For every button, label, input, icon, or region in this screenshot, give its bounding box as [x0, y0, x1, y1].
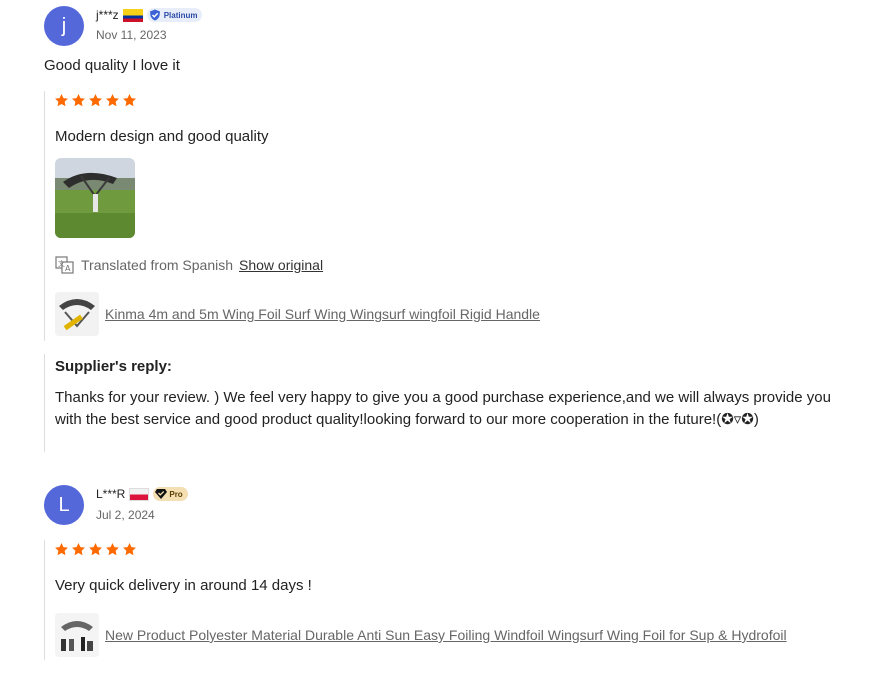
product-image [55, 292, 99, 336]
star-icon [106, 93, 119, 107]
reviewer-name: j***z [96, 8, 119, 22]
supplier-reply-text: Thanks for your review. ) We feel very h… [55, 389, 831, 428]
avatar: j [44, 6, 84, 46]
star-icon [72, 93, 85, 107]
review-text: Modern design and good quality [55, 128, 269, 145]
pro-badge: Pro [153, 487, 188, 501]
translated-label: Translated from Spanish [81, 257, 233, 273]
star-icon [72, 542, 85, 556]
review-body: Very quick delivery in around 14 days ! … [44, 540, 855, 660]
verified-shield-icon [149, 9, 160, 21]
review-photo[interactable] [55, 158, 135, 238]
avatar: L [44, 485, 84, 525]
badge-label: Platinum [163, 10, 198, 20]
star-rating [54, 542, 137, 557]
supplier-reply: Supplier's reply: Thanks for your review… [44, 354, 855, 452]
review-body: Modern design and good quality 文 A Trans… [44, 91, 855, 341]
badge-label: Pro [169, 489, 183, 499]
reviewer-name-row: L***R Pro [96, 487, 188, 501]
review-date: Nov 11, 2023 [96, 28, 167, 42]
diamond-check-icon [155, 489, 168, 499]
product-thumbnail[interactable] [55, 292, 99, 336]
reviewer-name-row: j***z Platinum [96, 8, 203, 22]
star-rating [54, 93, 137, 108]
review-photo-image [55, 158, 135, 238]
star-icon [89, 542, 102, 556]
review-date: Jul 2, 2024 [96, 508, 155, 522]
star-icon [106, 542, 119, 556]
product-title-link[interactable]: Kinma 4m and 5m Wing Foil Surf Wing Wing… [105, 306, 540, 322]
show-original-link[interactable]: Show original [239, 257, 323, 273]
svg-text:文: 文 [58, 259, 65, 268]
star-icon [55, 93, 68, 107]
supplier-reply-title: Supplier's reply: [55, 358, 172, 375]
star-icon [55, 542, 68, 556]
star-icon [89, 93, 102, 107]
review-summary: Good quality I love it [44, 57, 180, 74]
product-row[interactable]: New Product Polyester Material Durable A… [55, 613, 787, 657]
colombia-flag-icon [122, 8, 143, 22]
translation-row: 文 A Translated from Spanish Show origina… [55, 256, 323, 274]
platinum-badge: Platinum [146, 8, 203, 22]
translate-icon: 文 A [55, 256, 74, 274]
star-icon [123, 542, 136, 556]
reviewer-name: L***R [96, 487, 126, 501]
poland-flag-icon [129, 487, 150, 501]
star-icon [123, 93, 136, 107]
product-title-link[interactable]: New Product Polyester Material Durable A… [105, 627, 787, 643]
svg-text:A: A [65, 264, 71, 273]
product-row[interactable]: Kinma 4m and 5m Wing Foil Surf Wing Wing… [55, 292, 540, 336]
review-text: Very quick delivery in around 14 days ! [55, 577, 312, 594]
product-image [55, 613, 99, 657]
product-thumbnail[interactable] [55, 613, 99, 657]
